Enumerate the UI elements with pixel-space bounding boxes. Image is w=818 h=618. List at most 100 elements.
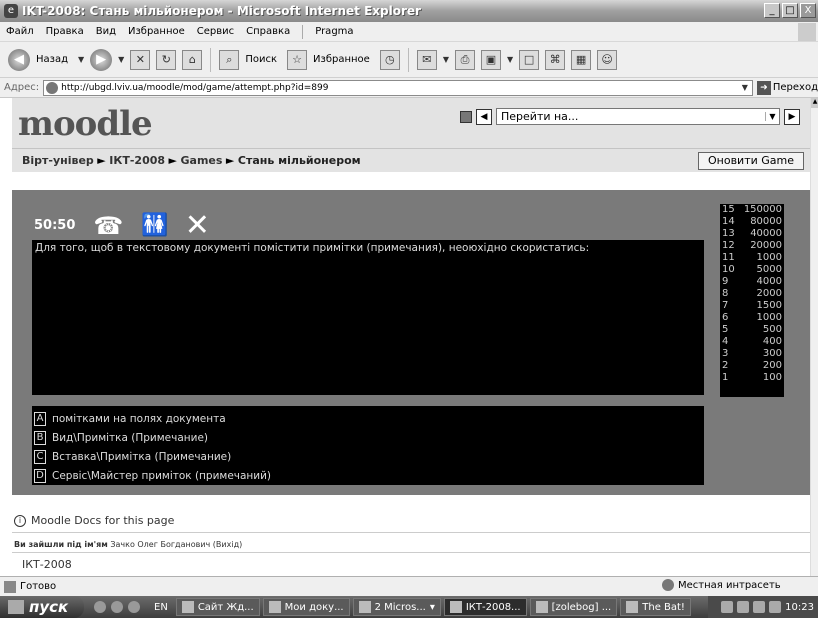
back-dropdown-icon[interactable]: ▼ (78, 55, 84, 64)
login-user-link[interactable]: Зачко Олег Богданович (110, 540, 210, 549)
docs-link-text[interactable]: Moodle Docs for this page (31, 514, 174, 527)
menu-file[interactable]: Файл (6, 26, 34, 37)
clock[interactable]: 10:23 (785, 602, 814, 613)
messenger-icon[interactable]: ▦ (571, 49, 592, 70)
answer-option-d[interactable]: D Сервіс\Майстер приміток (примечаний) (32, 466, 704, 485)
task-label[interactable]: [zolebog] ... (552, 602, 612, 613)
maximize-button[interactable]: □ (782, 3, 798, 18)
answer-text[interactable]: Вид\Примітка (Примечание) (52, 432, 208, 444)
forward-icon[interactable]: ▶ (90, 48, 113, 71)
minimize-button[interactable]: _ (764, 3, 780, 18)
home-icon[interactable]: ⌂ (182, 49, 203, 70)
back-icon[interactable]: ◀ (8, 48, 30, 71)
prize-amount: 20000 (750, 240, 782, 251)
answer-text[interactable]: помітками на полях документа (52, 413, 226, 425)
edit-dropdown-icon[interactable]: ▼ (507, 55, 513, 64)
answer-key[interactable]: B (34, 430, 46, 445)
menu-favorites[interactable]: Избранное (128, 26, 185, 37)
breadcrumb-item[interactable]: Вірт-універ (22, 154, 94, 167)
prize-row: 13 40000 (720, 228, 784, 240)
jump-to-select[interactable]: Перейти на... ▼ (496, 108, 780, 125)
course-link[interactable]: ІКТ-2008 (22, 558, 72, 571)
ask-audience-icon[interactable]: 🚻 (141, 213, 168, 238)
moodle-docs-link[interactable]: i Moodle Docs for this page (14, 514, 174, 527)
answer-text[interactable]: Вставка\Примітка (Примечание) (52, 451, 231, 463)
prize-level: 8 (722, 288, 729, 299)
fifty-fifty-button[interactable]: 50:50 (34, 218, 75, 233)
research-icon[interactable]: ⌘ (545, 49, 566, 70)
taskbar-button[interactable]: The Bat! (620, 598, 691, 616)
mail-dropdown-icon[interactable]: ▼ (443, 55, 449, 64)
tray-icon[interactable] (721, 601, 734, 613)
start-label[interactable]: пуск (29, 598, 68, 616)
breadcrumb-item[interactable]: ІКТ-2008 (109, 154, 165, 167)
search-label[interactable]: Поиск (245, 54, 277, 65)
menu-view[interactable]: Вид (96, 26, 116, 37)
tray-icon[interactable] (753, 601, 766, 613)
next-activity-button[interactable]: ▶ (784, 108, 800, 125)
answer-option-a[interactable]: A помітками на полях документа (32, 409, 704, 428)
language-indicator[interactable]: EN (154, 602, 168, 613)
task-label[interactable]: ІКТ-2008... (466, 602, 521, 613)
update-game-button[interactable]: Оновити Game (698, 152, 804, 170)
go-arrow-icon[interactable]: ➜ (756, 80, 771, 95)
quicklaunch-icon[interactable] (111, 601, 123, 613)
phone-friend-icon[interactable]: ☎ (93, 212, 123, 240)
prev-activity-button[interactable]: ◀ (476, 108, 492, 125)
taskbar-button[interactable]: [zolebog] ... (529, 598, 618, 616)
answer-option-c[interactable]: C Вставка\Примітка (Примечание) (32, 447, 704, 466)
stop-icon[interactable]: ✕ (130, 49, 151, 70)
refresh-icon[interactable]: ↻ (156, 49, 177, 70)
discuss-icon[interactable]: □ (519, 49, 540, 70)
group-dropdown-icon[interactable]: ▾ (430, 602, 435, 613)
task-label[interactable]: Мои доку... (285, 602, 344, 613)
answer-option-b[interactable]: B Вид\Примітка (Примечание) (32, 428, 704, 447)
breadcrumb-item[interactable]: Games (181, 154, 223, 167)
back-label[interactable]: Назад (36, 54, 68, 65)
tray-icon[interactable] (769, 601, 782, 613)
favorites-label[interactable]: Избранное (313, 54, 370, 65)
address-input[interactable]: http://ubgd.lviv.ua/moodle/mod/game/atte… (43, 79, 753, 96)
search-icon[interactable]: ⌕ (219, 49, 240, 70)
quit-game-icon[interactable]: ✕ (185, 208, 210, 243)
task-label[interactable]: The Bat! (642, 602, 685, 613)
moodle-logo[interactable]: moodle (18, 104, 153, 144)
answer-key[interactable]: A (34, 411, 46, 426)
menu-edit[interactable]: Правка (46, 26, 84, 37)
window-toggle-icon[interactable] (460, 110, 472, 123)
address-dropdown-icon[interactable]: ▼ (738, 83, 752, 92)
answer-text[interactable]: Сервіс\Майстер приміток (примечаний) (52, 470, 271, 482)
mail-icon[interactable]: ✉ (416, 49, 437, 70)
start-button[interactable]: пуск (0, 596, 84, 618)
task-label[interactable]: 2 Micros... (375, 602, 426, 613)
toolbar-separator (407, 47, 409, 72)
quicklaunch-icon[interactable] (128, 601, 140, 613)
menu-pragma[interactable]: Pragma (315, 26, 353, 37)
logout-link[interactable]: (Вихід) (213, 540, 242, 549)
edit-icon[interactable]: ▣ (480, 49, 501, 70)
menu-tools[interactable]: Сервис (197, 26, 234, 37)
jump-dropdown-icon[interactable]: ▼ (765, 112, 779, 121)
taskbar-button[interactable]: 2 Micros... ▾ (352, 598, 441, 616)
page-scrollbar[interactable]: ▲ (810, 98, 818, 576)
taskbar-button[interactable]: Сайт Жд... (175, 598, 260, 616)
taskbar-button[interactable]: Мои доку... (262, 598, 350, 616)
menu-help[interactable]: Справка (246, 26, 290, 37)
tray-icon[interactable] (737, 601, 750, 613)
scroll-up-icon[interactable]: ▲ (811, 98, 818, 108)
print-icon[interactable]: ⎙ (454, 49, 475, 70)
history-icon[interactable]: ◷ (379, 49, 400, 70)
address-url[interactable]: http://ubgd.lviv.ua/moodle/mod/game/atte… (61, 83, 738, 93)
go-button[interactable]: ➜ Переход (756, 80, 818, 95)
forward-dropdown-icon[interactable]: ▼ (118, 55, 124, 64)
answer-key[interactable]: C (34, 449, 46, 464)
task-label[interactable]: Сайт Жд... (198, 602, 254, 613)
close-button[interactable]: X (800, 3, 816, 18)
jump-to-label[interactable]: Перейти на... (501, 110, 578, 123)
answer-key[interactable]: D (34, 468, 46, 483)
taskbar-button-active[interactable]: ІКТ-2008... (443, 598, 527, 616)
favorites-star-icon[interactable]: ☆ (287, 49, 308, 70)
go-label[interactable]: Переход (773, 82, 818, 93)
quicklaunch-icon[interactable] (94, 601, 106, 613)
people-icon[interactable]: ☺ (597, 49, 618, 70)
